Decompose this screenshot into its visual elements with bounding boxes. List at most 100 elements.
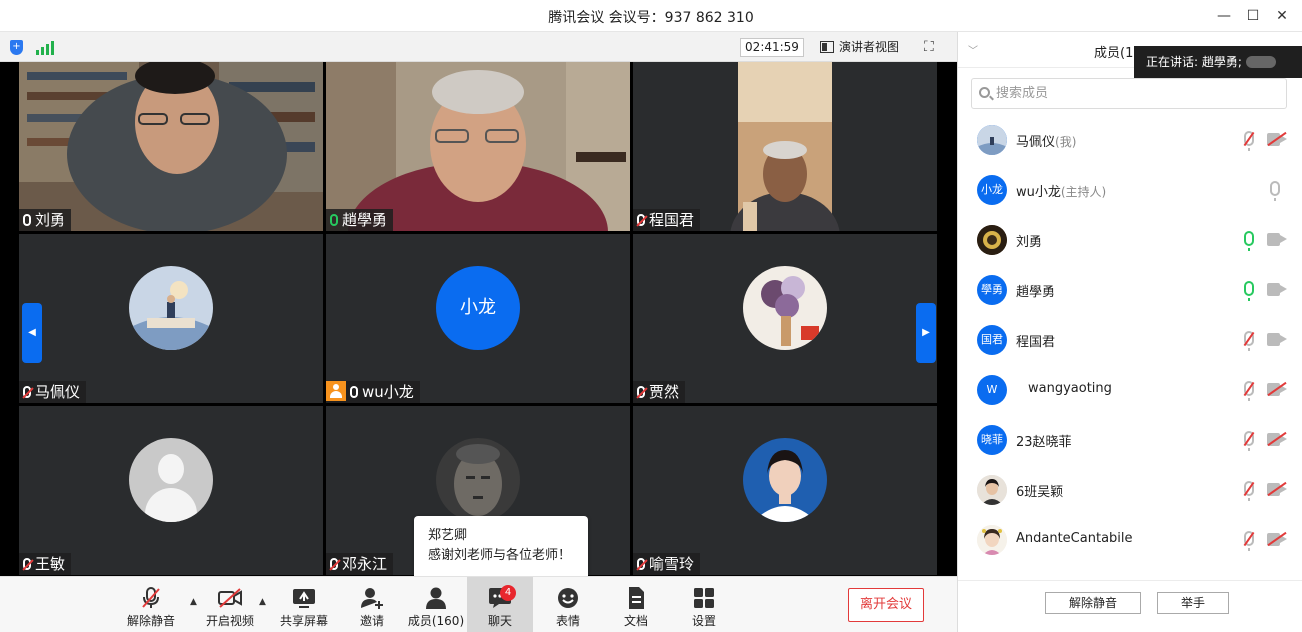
raise-hand-button[interactable]: 举手	[1157, 592, 1229, 614]
invite-label: 邀请	[359, 614, 384, 628]
chevron-down-icon[interactable]: ﹀	[968, 42, 978, 57]
mic-icon[interactable]	[1270, 181, 1280, 201]
mic-muted-icon	[330, 558, 338, 570]
member-avatar: W	[977, 375, 1007, 405]
video-options-caret-icon[interactable]: ▲	[259, 597, 266, 607]
mic-active-icon[interactable]	[1244, 281, 1254, 301]
mic-active-icon[interactable]	[1244, 231, 1254, 251]
participant-name: 趙學勇	[342, 211, 388, 229]
member-row[interactable]: 晓菲 23赵晓菲	[958, 415, 1302, 465]
speaker-view-label: 演讲者视图	[839, 40, 900, 54]
unmute-label: 解除静音	[126, 614, 175, 628]
settings-button[interactable]: 设置	[671, 577, 737, 632]
camera-off-icon[interactable]	[1267, 531, 1287, 547]
participant-name: 马佩仪	[35, 383, 81, 401]
host-icon	[326, 381, 346, 401]
unmute-button[interactable]: 解除静音	[118, 577, 184, 632]
leave-meeting-button[interactable]: 离开会议	[848, 588, 924, 622]
mic-icon	[350, 386, 358, 398]
members-panel: ﹀ 成员(16 正在讲话: 趙學勇; 马佩仪(我) 小龙 wu小龙(主持人)	[957, 32, 1302, 632]
chevron-left-icon: ◀	[28, 327, 36, 338]
share-screen-button[interactable]: 共享屏幕	[271, 577, 337, 632]
member-row[interactable]: 6班吴颖	[958, 465, 1302, 515]
video-tile[interactable]: 程国君	[633, 62, 937, 231]
smile-icon	[558, 588, 578, 608]
camera-off-icon[interactable]	[1267, 131, 1287, 147]
member-search-input[interactable]	[971, 78, 1287, 109]
member-row[interactable]: 學勇 趙學勇	[958, 265, 1302, 315]
chat-unread-badge: 4	[500, 585, 516, 601]
audio-options-caret-icon[interactable]: ▲	[190, 597, 197, 607]
chat-button[interactable]: 4 聊天	[467, 577, 533, 632]
reactions-button[interactable]: 表情	[535, 577, 601, 632]
prev-page-button[interactable]: ◀	[22, 303, 42, 363]
participant-name: 喻雪玲	[649, 555, 695, 573]
camera-icon[interactable]	[1267, 233, 1287, 246]
video-tile[interactable]: 王敏	[19, 406, 323, 575]
search-icon	[979, 87, 990, 98]
next-page-button[interactable]: ▶	[916, 303, 936, 363]
mic-muted-icon	[637, 214, 645, 226]
mic-muted-icon[interactable]	[1244, 331, 1254, 351]
video-tile[interactable]: 马佩仪	[19, 234, 323, 403]
members-icon	[426, 587, 446, 609]
documents-button[interactable]: 文档	[603, 577, 669, 632]
camera-off-icon	[218, 588, 242, 608]
tile-namebar: wu小龙	[326, 381, 420, 403]
reactions-label: 表情	[555, 614, 580, 628]
member-row[interactable]: 刘勇	[958, 215, 1302, 265]
member-row[interactable]: 小龙 wu小龙(主持人)	[958, 165, 1302, 215]
start-video-button[interactable]: 开启视频	[197, 577, 263, 632]
meeting-topbar: + 02:41:59 演讲者视图 ⛶	[0, 32, 957, 62]
member-row[interactable]: 国君 程国君	[958, 315, 1302, 365]
mic-muted-icon[interactable]	[1244, 381, 1254, 401]
documents-label: 文档	[623, 614, 648, 628]
member-row[interactable]: 马佩仪(我)	[958, 115, 1302, 165]
fullscreen-icon[interactable]: ⛶	[924, 39, 940, 55]
unmute-self-button[interactable]: 解除静音	[1045, 592, 1141, 614]
shield-icon[interactable]: +	[10, 40, 23, 55]
video-tile[interactable]: 小龙 wu小龙	[326, 234, 630, 403]
tile-namebar: 趙學勇	[326, 209, 394, 231]
member-row[interactable]: W wangyaoting	[958, 365, 1302, 415]
chat-sender: 郑艺卿	[428, 528, 468, 543]
member-avatar	[977, 125, 1007, 155]
video-tile[interactable]: 喻雪玲	[633, 406, 937, 575]
meeting-area: + 02:41:59 演讲者视图 ⛶ 刘勇 趙學勇 程国君 马佩仪 小龙 wu小…	[0, 32, 957, 632]
maximize-icon[interactable]: ☐	[1243, 6, 1263, 26]
camera-icon[interactable]	[1267, 333, 1287, 346]
meeting-app: 腾讯会议 会议号：937 862 310 — ☐ ✕ + 02:41:59 演讲…	[0, 0, 1302, 632]
signal-icon[interactable]	[36, 41, 54, 55]
camera-off-icon[interactable]	[1267, 431, 1287, 447]
chat-message: 感谢刘老师与各位老师！	[428, 548, 572, 563]
mic-muted-icon[interactable]	[1244, 131, 1254, 151]
mic-muted-icon[interactable]	[1244, 431, 1254, 451]
video-tile[interactable]: 贾然	[633, 234, 937, 403]
member-row[interactable]: AndanteCantabile	[958, 515, 1302, 565]
member-name: 23赵晓菲	[1016, 435, 1072, 450]
camera-icon[interactable]	[1267, 283, 1287, 296]
mic-muted-icon[interactable]	[1244, 531, 1254, 551]
invite-button[interactable]: 邀请	[339, 577, 405, 632]
mic-muted-icon	[23, 558, 31, 570]
default-avatar-icon	[129, 438, 213, 522]
mic-muted-icon	[637, 558, 645, 570]
participant-avatar: 小龙	[436, 266, 520, 350]
mic-muted-icon[interactable]	[1244, 481, 1254, 501]
camera-off-icon[interactable]	[1267, 481, 1287, 497]
blurred-name	[1245, 56, 1276, 68]
participant-video	[633, 62, 937, 231]
add-person-icon	[361, 588, 383, 609]
mic-muted-icon	[637, 386, 645, 398]
members-panel-footer: 解除静音 举手	[958, 580, 1302, 632]
close-icon[interactable]: ✕	[1272, 6, 1292, 26]
video-tile-active-speaker[interactable]: 趙學勇	[326, 62, 630, 231]
members-button[interactable]: 成员(160)	[403, 577, 469, 632]
title-bar: 腾讯会议 会议号：937 862 310 — ☐ ✕	[0, 0, 1302, 32]
video-tile[interactable]: 刘勇	[19, 62, 323, 231]
speaker-view-button[interactable]: 演讲者视图	[820, 38, 906, 57]
member-name: 6班吴颖	[1016, 485, 1064, 500]
minimize-icon[interactable]: —	[1214, 6, 1234, 26]
member-name: 程国君	[1016, 335, 1056, 350]
camera-off-icon[interactable]	[1267, 381, 1287, 397]
